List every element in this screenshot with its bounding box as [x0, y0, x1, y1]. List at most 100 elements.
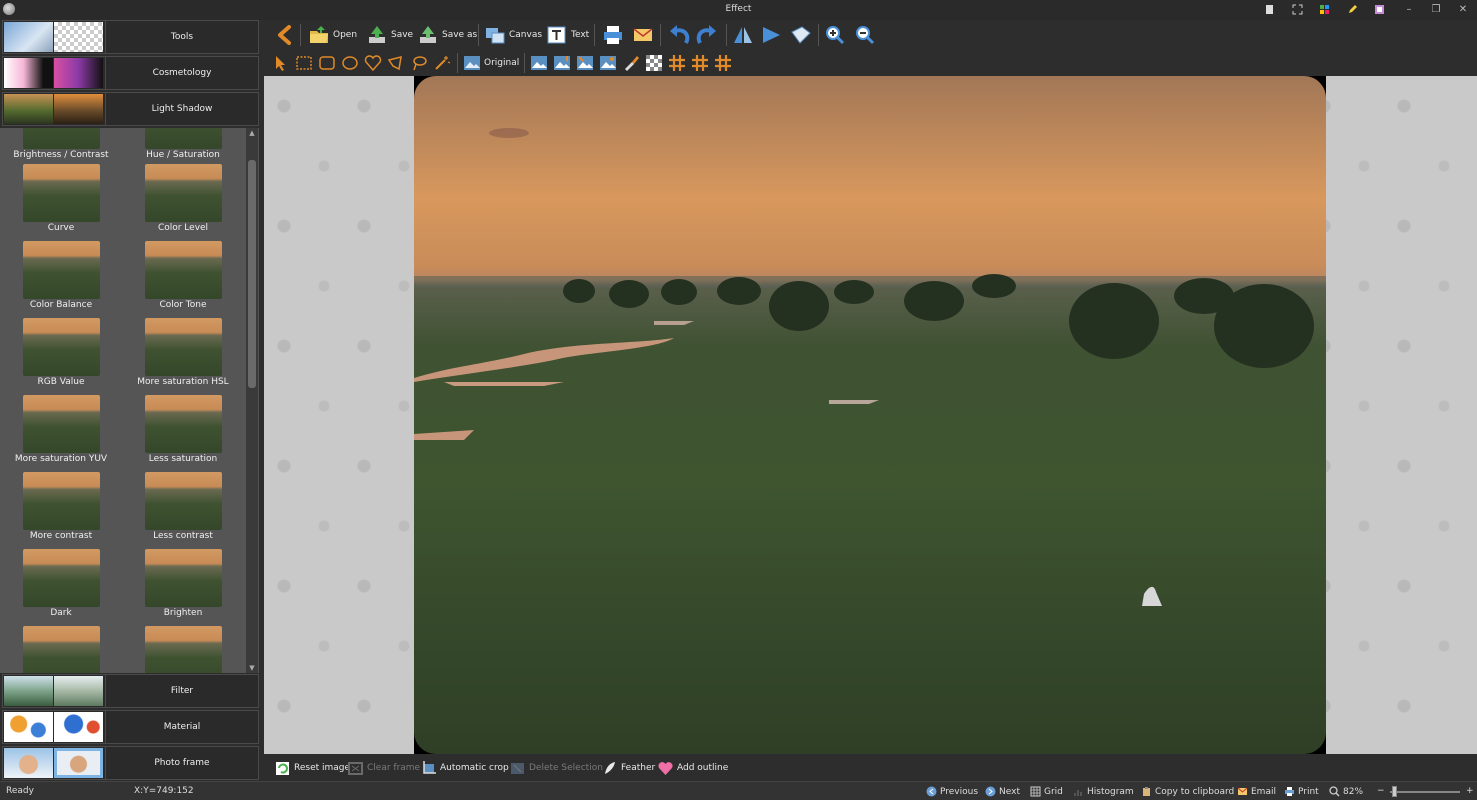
effect-rgb-value[interactable]: RGB Value [0, 318, 122, 395]
automatic-crop-button[interactable]: Automatic crop [421, 760, 509, 776]
clear-frame-button[interactable]: Clear frame [348, 760, 420, 776]
print-button[interactable] [602, 23, 627, 47]
effect-color-level[interactable]: Color Level [122, 164, 244, 241]
theme-icon[interactable] [1319, 4, 1330, 15]
scrollbar-thumb[interactable] [248, 160, 256, 388]
copy-to-clipboard-button[interactable]: Copy to clipboard [1141, 786, 1234, 797]
grid-1-icon[interactable] [668, 54, 686, 72]
zoom-in-button[interactable] [824, 23, 849, 47]
canvas-button[interactable]: Canvas [484, 23, 542, 47]
fullscreen-icon[interactable] [1292, 4, 1303, 15]
effect-more-saturation-hsl[interactable]: More saturation HSL [122, 318, 244, 395]
zoom-slider-knob[interactable] [1392, 786, 1397, 797]
brush-tool-icon[interactable] [622, 54, 640, 72]
palette-icon[interactable] [1374, 4, 1385, 15]
feather-button[interactable]: Feather [602, 760, 655, 776]
ellipse-select-icon[interactable] [341, 54, 359, 72]
zoom-minus-button[interactable]: − [1377, 786, 1385, 796]
document-icon[interactable] [1264, 4, 1275, 15]
effect-color-tone[interactable]: Color Tone [122, 241, 244, 318]
back-arrow-icon [278, 25, 291, 45]
effect-less-saturation[interactable]: Less saturation [122, 395, 244, 472]
category-label: Material [105, 711, 258, 743]
category-material[interactable]: Material [2, 710, 259, 744]
copy-label: Copy to clipboard [1155, 786, 1235, 797]
save-as-button[interactable]: Save as [417, 23, 477, 47]
category-tools[interactable]: Tools [2, 20, 259, 54]
polygon-select-icon[interactable] [387, 54, 405, 72]
category-filter[interactable]: Filter [2, 674, 259, 708]
magic-wand-icon[interactable] [433, 54, 451, 72]
effect-more-saturation-yuv[interactable]: More saturation YUV [0, 395, 122, 472]
restore-button[interactable]: ❐ [1425, 2, 1447, 18]
effect-brightness-contrast[interactable]: Brightness / Contrast [0, 128, 122, 168]
effect-more-contrast[interactable]: More contrast [0, 472, 122, 549]
effect-label: Curve [47, 223, 75, 233]
zoom-slider[interactable] [1390, 786, 1460, 797]
lasso-select-icon[interactable] [410, 54, 428, 72]
back-button[interactable] [274, 23, 299, 47]
pencil-icon[interactable] [1347, 4, 1358, 15]
canvas-label: Canvas [509, 30, 543, 40]
text-button[interactable]: Text [546, 23, 589, 47]
category-light-shadow[interactable]: Light Shadow [2, 92, 259, 126]
flip-vertical-button[interactable] [760, 23, 785, 47]
scroll-up-arrow-icon[interactable]: ▲ [246, 128, 258, 138]
rotate-button[interactable] [790, 23, 815, 47]
effect-label: Color Level [157, 223, 209, 233]
rounded-rect-select-icon[interactable] [318, 54, 336, 72]
redo-button[interactable] [694, 23, 723, 47]
effect-hue-saturation[interactable]: Hue / Saturation [122, 128, 244, 168]
scroll-down-arrow-icon[interactable]: ▼ [246, 663, 258, 673]
print-status-button[interactable]: Print [1284, 786, 1319, 797]
undo-button[interactable] [666, 23, 695, 47]
delete-selection-button[interactable]: Delete Selection [510, 760, 603, 776]
canvas-icon [486, 28, 505, 44]
image-adjust-1-icon[interactable] [530, 54, 548, 72]
image-adjust-2-icon[interactable] [553, 54, 571, 72]
email-button[interactable] [632, 23, 657, 47]
crop-icon [423, 760, 436, 774]
effect-less-contrast[interactable]: Less contrast [122, 472, 244, 549]
histogram-toggle[interactable]: Histogram [1073, 786, 1134, 797]
transparency-icon[interactable] [645, 54, 663, 72]
image-adjust-3-icon[interactable] [576, 54, 594, 72]
minimize-button[interactable]: – [1398, 2, 1420, 18]
grid-3-icon[interactable] [714, 54, 732, 72]
close-button[interactable]: ✕ [1452, 2, 1474, 18]
rect-select-icon[interactable] [295, 54, 313, 72]
zoom-plus-button[interactable]: + [1466, 786, 1474, 796]
original-button[interactable]: Original [463, 51, 519, 75]
flip-horizontal-button[interactable] [732, 23, 757, 47]
photo-canvas[interactable] [414, 76, 1326, 754]
previous-icon [926, 786, 937, 797]
heart-select-icon[interactable] [364, 54, 382, 72]
effect-item-partial[interactable] [0, 626, 122, 673]
email-status-button[interactable]: Email [1237, 786, 1276, 797]
image-adjust-4-icon[interactable] [599, 54, 617, 72]
grid-toggle[interactable]: Grid [1030, 786, 1063, 797]
add-outline-button[interactable]: Add outline [658, 760, 728, 776]
zoom-out-button[interactable] [854, 23, 879, 47]
next-button[interactable]: Next [985, 786, 1020, 797]
toolbar-separator [524, 53, 525, 73]
category-cosmetology[interactable]: Cosmetology [2, 56, 259, 90]
open-button[interactable]: Open [308, 23, 357, 47]
grid-2-icon[interactable] [691, 54, 709, 72]
reset-image-button[interactable]: Reset image [275, 760, 350, 776]
effects-scrollbar[interactable]: ▲ ▼ [246, 128, 258, 673]
effect-thumbnail [145, 549, 222, 607]
pointer-icon[interactable] [272, 54, 290, 72]
effect-brighten[interactable]: Brighten [122, 549, 244, 626]
effect-dark[interactable]: Dark [0, 549, 122, 626]
effect-item-partial[interactable] [122, 626, 244, 673]
landscape-photo [414, 128, 1326, 606]
effect-label: Color Tone [159, 300, 207, 310]
effect-curve[interactable]: Curve [0, 164, 122, 241]
zoom-icon [1329, 786, 1340, 797]
previous-button[interactable]: Previous [926, 786, 978, 797]
save-button[interactable]: Save [366, 23, 413, 47]
category-photo-frame[interactable]: Photo frame [2, 746, 259, 780]
effect-color-balance[interactable]: Color Balance [0, 241, 122, 318]
app-window: Effect – ❐ ✕ Tools Cosmetology Light Sha… [0, 0, 1477, 800]
